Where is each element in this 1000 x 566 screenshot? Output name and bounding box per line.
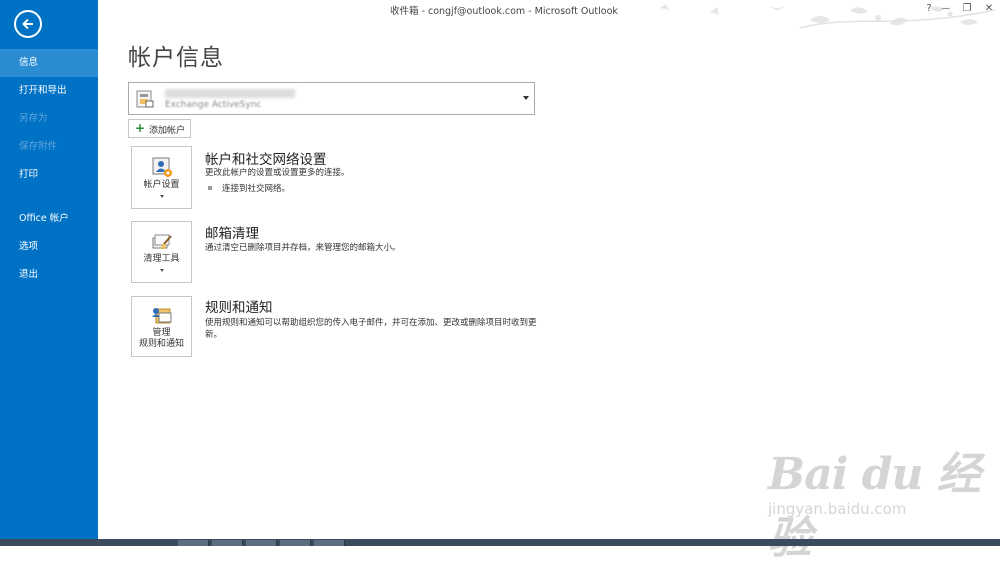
taskbar-button[interactable] <box>314 540 345 546</box>
taskbar <box>0 539 1000 546</box>
account-name-blurred <box>165 89 295 98</box>
section-desc-rules-alerts: 使用规则和通知可以帮助组织您的传入电子邮件，并可在添加、更改或删除项目时收到更新… <box>205 318 537 340</box>
nav-item-exit[interactable]: 退出 <box>0 261 98 289</box>
manage-rules-alerts-tile[interactable]: 管理 规则和通知 <box>131 296 192 357</box>
rules-alerts-icon <box>152 308 172 324</box>
taskbar-button[interactable] <box>280 540 311 546</box>
baidu-watermark: Bai du 经验 jingyan.baidu.com <box>762 438 992 564</box>
taskbar-button[interactable] <box>246 540 277 546</box>
exchange-account-icon <box>136 90 154 108</box>
chevron-down-icon <box>160 195 164 198</box>
section-title-mailbox-cleanup: 邮箱清理 <box>205 226 259 242</box>
watermark-url: jingyan.baidu.com <box>768 500 907 518</box>
section-title-account-settings: 帐户和社交网络设置 <box>205 152 327 168</box>
chevron-down-icon <box>160 269 164 272</box>
page-title: 帐户信息 <box>128 45 224 71</box>
section-desc-mailbox-cleanup: 通过清空已删除项目并存档，来管理您的邮箱大小。 <box>205 243 401 253</box>
cleanup-tools-tile-label: 清理工具 <box>143 254 180 264</box>
chevron-down-icon <box>523 96 529 100</box>
account-settings-icon <box>152 157 172 177</box>
nav-item-options[interactable]: 选项 <box>0 233 98 261</box>
add-account-button[interactable]: + 添加帐户 <box>128 119 191 138</box>
account-type: Exchange ActiveSync <box>165 100 262 110</box>
section-title-rules-alerts: 规则和通知 <box>205 300 273 316</box>
nav-item-info[interactable]: 信息 <box>0 49 98 77</box>
add-account-label: 添加帐户 <box>149 126 186 136</box>
account-settings-tile[interactable]: 帐户设置 <box>131 146 192 209</box>
account-settings-tile-label: 帐户设置 <box>143 180 180 190</box>
manage-tile-label: 管理 <box>152 328 171 338</box>
backstage-nav: 信息 打开和导出 另存为 保存附件 打印 Office 帐户 选项 退出 <box>0 49 98 289</box>
back-button[interactable] <box>14 10 42 38</box>
taskbar-button[interactable] <box>178 540 209 546</box>
nav-item-office-account[interactable]: Office 帐户 <box>0 205 98 233</box>
plus-icon: + <box>135 121 146 135</box>
cleanup-tools-tile[interactable]: 清理工具 <box>131 221 192 283</box>
cleanup-tools-icon <box>152 234 172 249</box>
backstage-sidebar: 信息 打开和导出 另存为 保存附件 打印 Office 帐户 选项 退出 <box>0 0 98 546</box>
nav-item-save-as: 另存为 <box>19 113 48 124</box>
nav-item-open-export[interactable]: 打开和导出 <box>0 77 98 105</box>
connect-social-network-link[interactable]: 连接到社交网络。 <box>222 182 290 194</box>
account-selector[interactable]: Exchange ActiveSync <box>128 82 535 115</box>
decorative-branch-art <box>660 4 996 29</box>
bullet-marker <box>208 186 212 190</box>
nav-item-print[interactable]: 打印 <box>0 161 98 189</box>
rules-alerts-tile-label: 规则和通知 <box>138 339 184 349</box>
section-desc-account-settings: 更改此帐户的设置或设置更多的连接。 <box>205 168 350 178</box>
back-arrow-icon <box>22 18 33 30</box>
taskbar-button[interactable] <box>212 540 243 546</box>
nav-item-save-attachments: 保存附件 <box>19 141 58 152</box>
window-title: 收件箱 - congjf@outlook.com - Microsoft Out… <box>390 6 618 17</box>
